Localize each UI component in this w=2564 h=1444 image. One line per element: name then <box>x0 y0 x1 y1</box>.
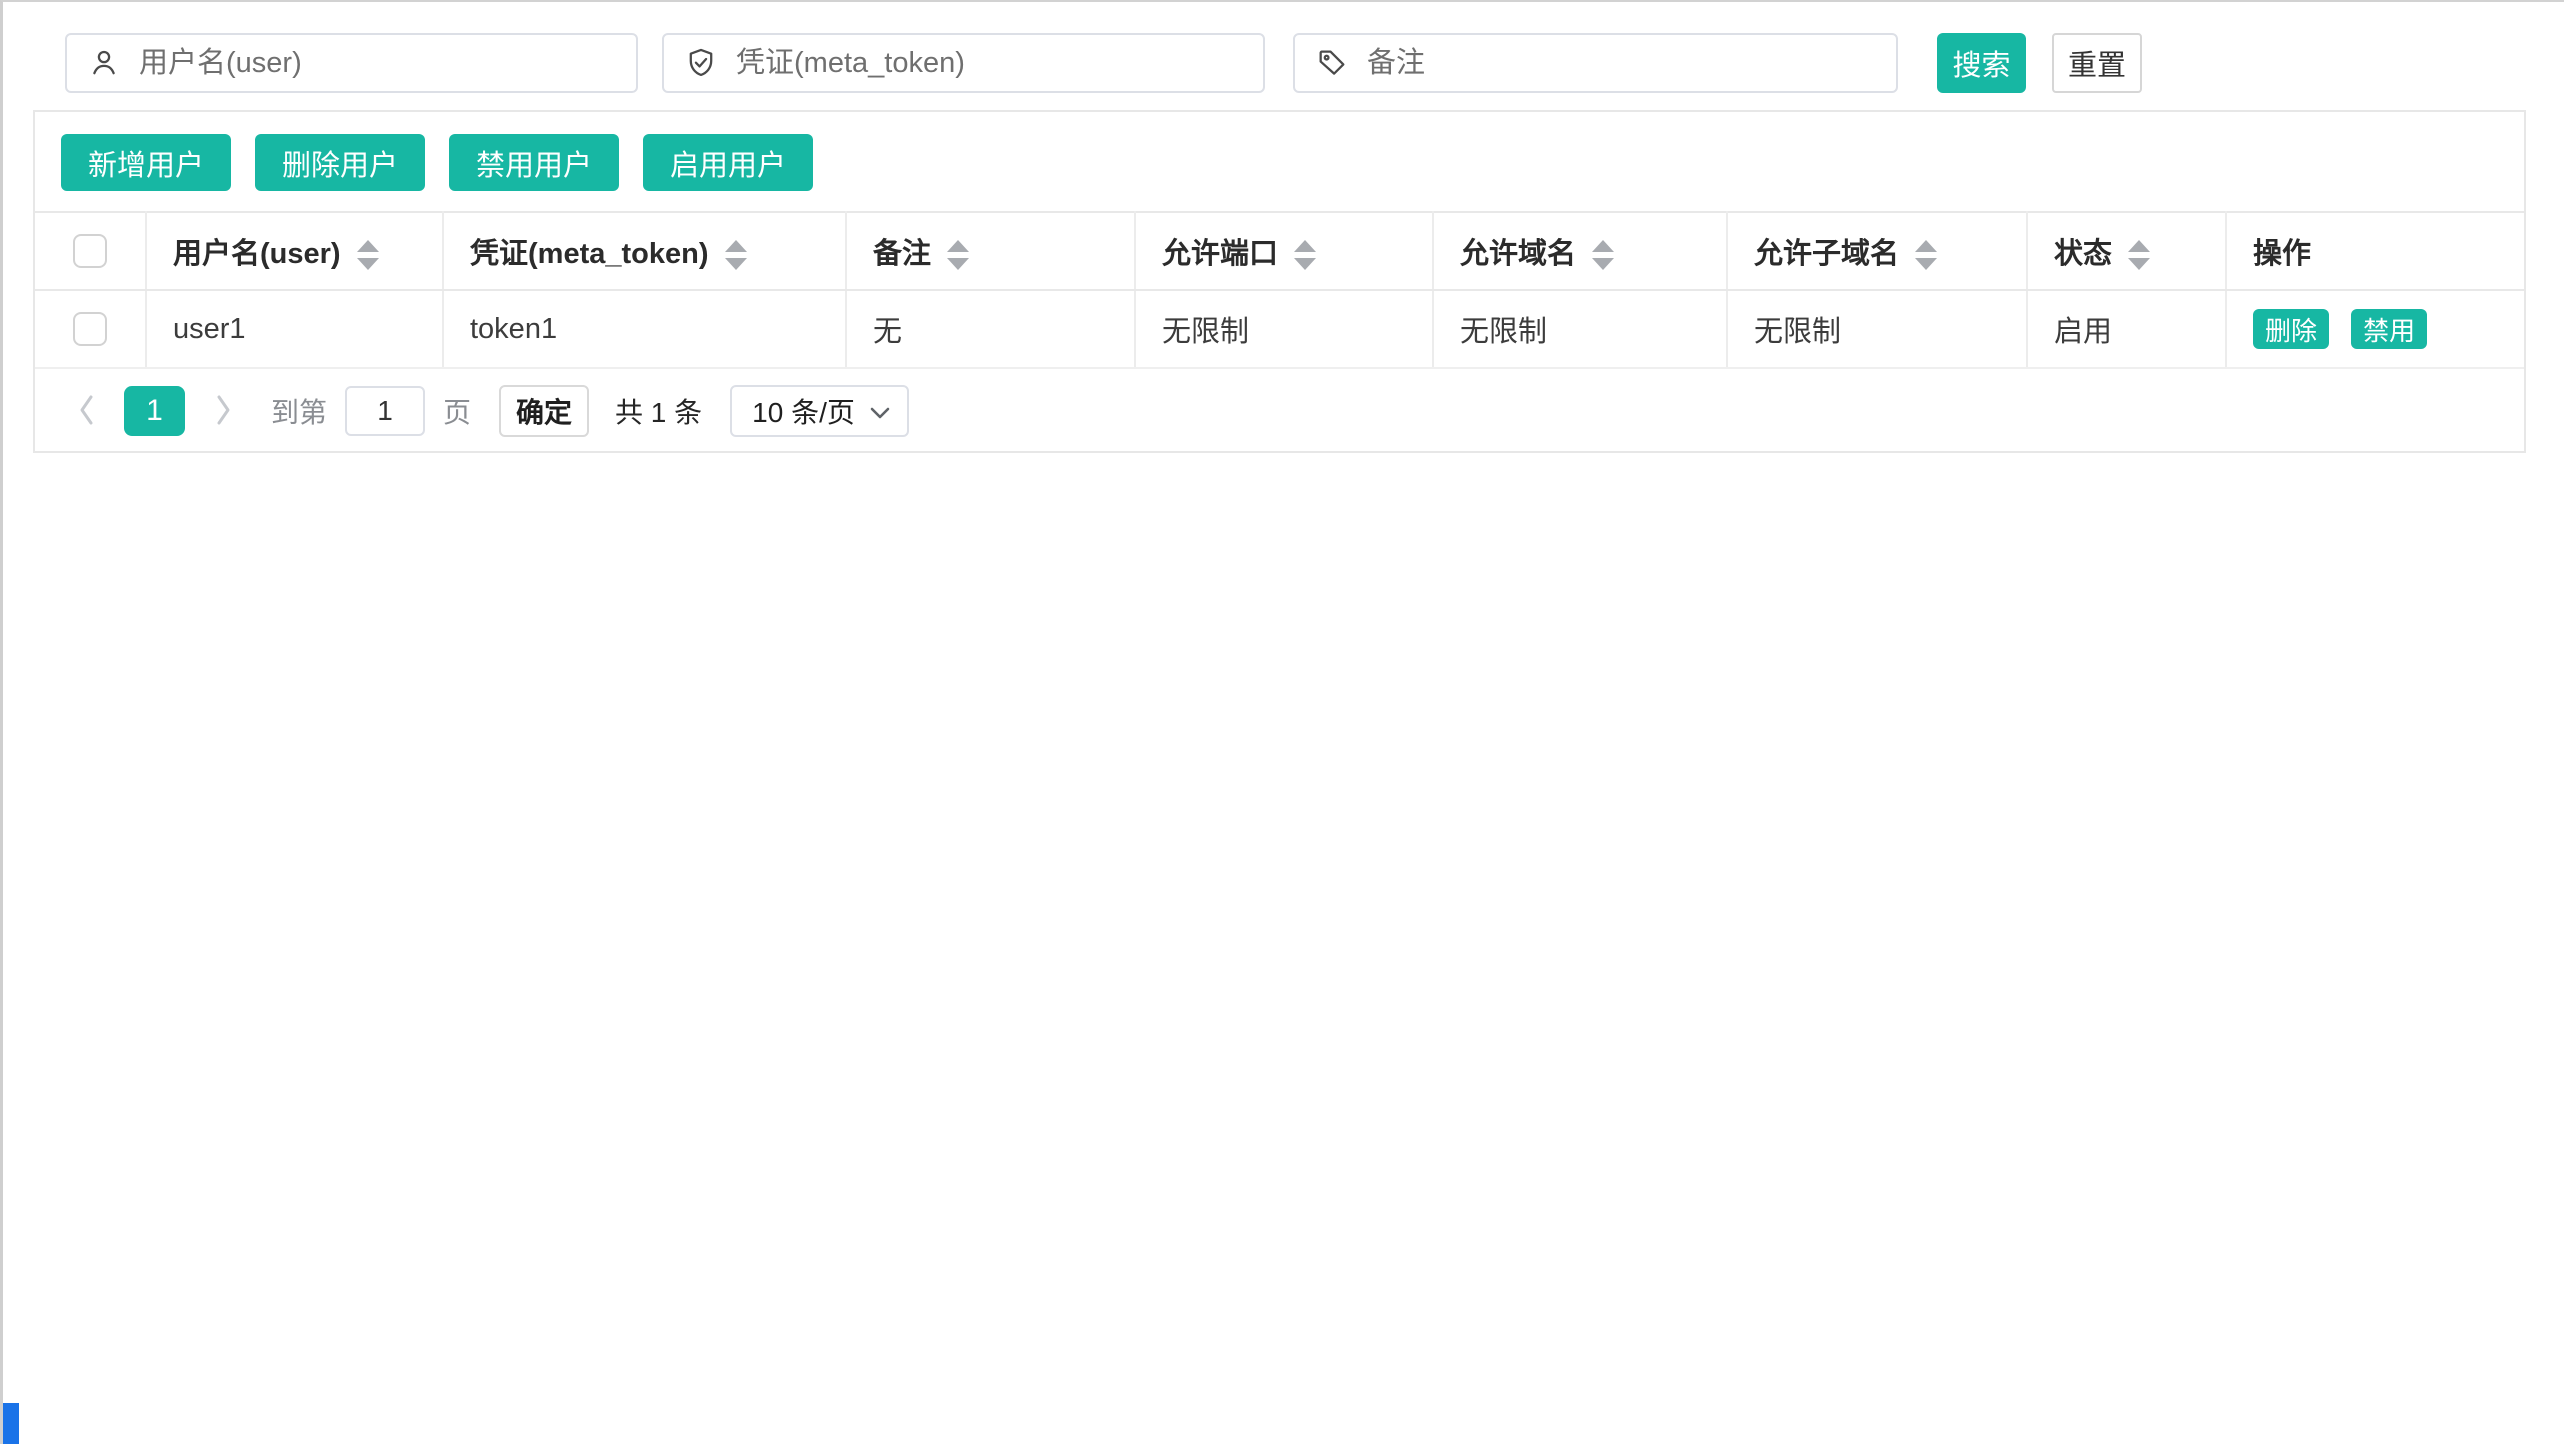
goto-page-suffix: 页 <box>443 391 471 431</box>
row-disable-button[interactable]: 禁用 <box>2351 309 2427 349</box>
sort-icon[interactable] <box>725 240 747 270</box>
column-header-status[interactable]: 状态 <box>2027 212 2226 290</box>
sort-icon[interactable] <box>1294 240 1316 270</box>
add-user-button[interactable]: 新增用户 <box>61 134 231 191</box>
token-input[interactable] <box>736 47 1243 80</box>
column-header-domains[interactable]: 允许域名 <box>1433 212 1727 290</box>
cell-username: user1 <box>146 290 443 368</box>
cell-ports: 无限制 <box>1135 290 1433 368</box>
goto-page-input[interactable] <box>345 386 425 436</box>
sort-icon[interactable] <box>947 240 969 270</box>
cell-status: 启用 <box>2027 290 2226 368</box>
search-bar: 搜索 重置 <box>65 33 2564 93</box>
goto-page-label: 到第 <box>271 391 327 431</box>
user-table-panel: 新增用户 删除用户 禁用用户 启用用户 用户名(user) 凭证(meta_to… <box>33 110 2526 453</box>
row-checkbox[interactable] <box>73 312 107 346</box>
tag-icon <box>1315 46 1349 80</box>
column-header-token[interactable]: 凭证(meta_token) <box>443 212 846 290</box>
prev-page-button[interactable] <box>74 391 98 432</box>
column-header-username[interactable]: 用户名(user) <box>146 212 443 290</box>
page-number-button[interactable]: 1 <box>124 386 185 436</box>
search-button[interactable]: 搜索 <box>1937 33 2026 93</box>
pagination: 1 到第 页 确定 共 1 条 10 条/页 <box>74 385 2524 437</box>
toolbar: 新增用户 删除用户 禁用用户 启用用户 <box>35 112 2524 211</box>
enable-user-button[interactable]: 启用用户 <box>643 134 813 191</box>
sort-icon[interactable] <box>357 240 379 270</box>
total-count-label: 共 1 条 <box>615 391 702 431</box>
disable-user-button[interactable]: 禁用用户 <box>449 134 619 191</box>
remark-input[interactable] <box>1367 47 1876 80</box>
reset-button[interactable]: 重置 <box>2052 33 2142 93</box>
cell-domains: 无限制 <box>1433 290 1727 368</box>
column-header-subdomains[interactable]: 允许子域名 <box>1727 212 2027 290</box>
column-header-remark[interactable]: 备注 <box>846 212 1135 290</box>
goto-confirm-button[interactable]: 确定 <box>499 385 589 437</box>
cell-token: token1 <box>443 290 846 368</box>
status-indicator <box>3 1403 19 1444</box>
username-input[interactable] <box>139 47 616 80</box>
table-row: user1 token1 无 无限制 无限制 无限制 启用 删除 禁用 <box>35 290 2524 368</box>
chevron-left-icon <box>74 391 98 432</box>
shield-check-icon <box>684 46 718 80</box>
token-field-wrapper <box>662 33 1265 93</box>
page-size-value: 10 条/页 <box>752 391 855 431</box>
row-delete-button[interactable]: 删除 <box>2253 309 2329 349</box>
cell-actions: 删除 禁用 <box>2226 290 2524 368</box>
page-size-select[interactable]: 10 条/页 <box>730 385 909 437</box>
select-all-checkbox[interactable] <box>73 234 107 268</box>
next-page-button[interactable] <box>211 391 235 432</box>
sort-icon[interactable] <box>1592 240 1614 270</box>
delete-user-button[interactable]: 删除用户 <box>255 134 425 191</box>
chevron-down-icon <box>869 395 891 427</box>
user-icon <box>87 46 121 80</box>
column-header-actions: 操作 <box>2226 212 2524 290</box>
username-field-wrapper <box>65 33 638 93</box>
sort-icon[interactable] <box>1915 240 1937 270</box>
user-management-page: { "page": { "accent_color": "#17b7a3", "… <box>0 0 2564 1444</box>
chevron-right-icon <box>211 391 235 432</box>
users-table: 用户名(user) 凭证(meta_token) 备注 允许端口 允许域名 允许… <box>35 211 2524 369</box>
remark-field-wrapper <box>1293 33 1898 93</box>
table-header-row: 用户名(user) 凭证(meta_token) 备注 允许端口 允许域名 允许… <box>35 212 2524 290</box>
cell-remark: 无 <box>846 290 1135 368</box>
column-header-ports[interactable]: 允许端口 <box>1135 212 1433 290</box>
sort-icon[interactable] <box>2128 240 2150 270</box>
cell-subdomains: 无限制 <box>1727 290 2027 368</box>
